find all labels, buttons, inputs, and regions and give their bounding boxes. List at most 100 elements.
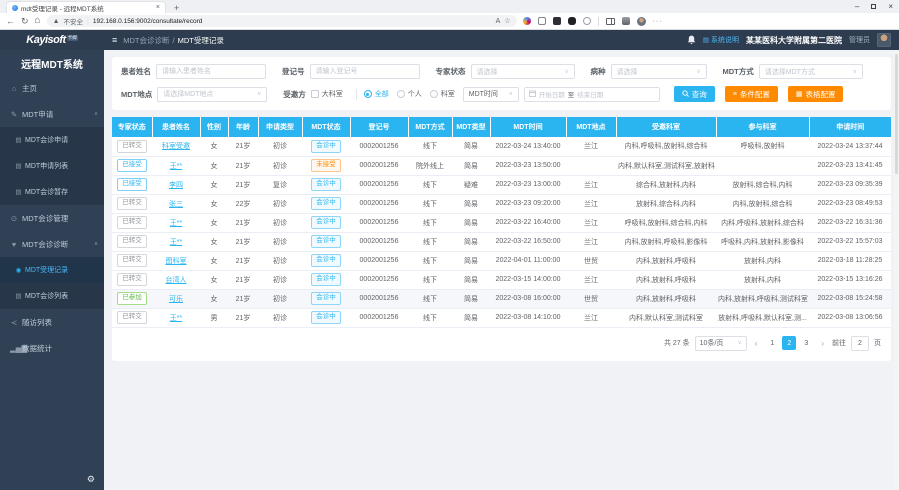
patient-name-link[interactable]: 科室受邀 — [162, 143, 190, 150]
back-button[interactable]: ← — [6, 17, 15, 26]
search-button[interactable]: 查询 — [674, 86, 715, 102]
patient-name-link[interactable]: 王** — [170, 163, 182, 170]
extension-icon[interactable] — [553, 17, 561, 25]
radio-all[interactable] — [364, 90, 372, 98]
condition-config-button[interactable]: ≡ 条件配置 — [725, 86, 778, 102]
page-number-button[interactable]: 2 — [782, 336, 796, 350]
page-size-select[interactable]: 10条/页 ∨ — [695, 336, 747, 351]
system-help-link[interactable]: ▤ 系统说明 — [703, 35, 739, 45]
mdt-time-cell: 2022-03-22 16:40:00 — [490, 213, 566, 232]
table-config-button[interactable]: ▦ 表格配置 — [788, 86, 844, 102]
table-row[interactable]: 已转交王**女21岁初诊会诊中0002001256线下简易2022-03-22 … — [112, 213, 891, 232]
mdt-status-cell: 会诊中 — [302, 194, 350, 213]
patient-name-link[interactable]: 王** — [170, 220, 182, 227]
major-dept-checkbox[interactable] — [311, 90, 319, 98]
mode-cell: 线下 — [408, 289, 452, 308]
expert-status-cell: 已转交 — [112, 251, 152, 270]
table-row[interactable]: 已接受王**女21岁初诊未接受0002001256院外线上简易2022-03-2… — [112, 156, 891, 175]
scrollbar-thumb[interactable] — [895, 54, 898, 174]
extension-icon[interactable] — [538, 17, 546, 25]
invited-cell: 呼吸科,放射科,综合科,内科 — [616, 213, 716, 232]
prev-page-arrow[interactable]: ‹ — [752, 339, 761, 348]
table-row[interactable]: 已参加可乐女21岁初诊会诊中0002001256线下简易2022-03-08 1… — [112, 289, 891, 308]
settings-gear-icon[interactable]: ⚙ — [87, 474, 95, 485]
patient-name-link[interactable]: 张三 — [169, 201, 183, 208]
joined-cell: 放射科,内科 — [716, 251, 809, 270]
extension-icon[interactable] — [568, 17, 576, 25]
radio-personal[interactable] — [397, 90, 405, 98]
patient-name-input[interactable] — [156, 64, 266, 79]
age-cell: 21岁 — [228, 156, 258, 175]
sidebar-group-mdt-apply[interactable]: ✎ MDT申请 ∧ — [0, 101, 104, 127]
browser-profile-avatar[interactable] — [637, 17, 646, 26]
tab-favicon — [12, 5, 18, 11]
patient-name-cell: 李四 — [152, 175, 200, 194]
sidebar-item-mdt-apply-list[interactable]: ▤ MDT申请列表 — [0, 153, 104, 179]
patient-name-link[interactable]: 李四 — [169, 182, 183, 189]
sidebar-item-mdt-accept-record[interactable]: ◉ MDT受理记录 — [0, 257, 104, 283]
address-bar[interactable]: ▲ 不安全 | 192.168.0.156:9002/consultate/re… — [47, 15, 517, 27]
table-row[interactable]: 已接受李四女21岁复诊会诊中0002001256线下疑难2022-03-23 1… — [112, 175, 891, 194]
sidebar-item-mdt-consult-draft[interactable]: ▤ MDT会诊暂存 — [0, 179, 104, 205]
new-tab-button[interactable]: + — [174, 3, 179, 13]
place-cell: 兰江 — [566, 194, 616, 213]
sidebar-group-mdt-diagnosis[interactable]: ♥ MDT会诊诊断 ∧ — [0, 231, 104, 257]
goto-page-input[interactable] — [851, 336, 869, 351]
patient-name-link[interactable]: 图科室 — [166, 258, 187, 265]
split-screen-icon[interactable] — [606, 18, 615, 25]
column-header: 申请类型 — [258, 117, 302, 137]
disease-select[interactable]: 请选择 ∨ — [611, 64, 707, 79]
sidebar-item-mdt-manage[interactable]: ⊙ MDT会诊管理 — [0, 205, 104, 231]
mdt-place-select[interactable]: 请选择MDT地点 ∨ — [157, 87, 267, 102]
status-badge: 已参加 — [117, 292, 147, 305]
patient-name-link[interactable]: 王** — [170, 315, 182, 322]
chevron-down-icon: ∨ — [853, 69, 857, 75]
table-row[interactable]: 已转交图科室女21岁初诊会诊中0002001256线下简易2022-04-01 … — [112, 251, 891, 270]
time-type-select[interactable]: MDT时间 ∨ — [463, 87, 519, 102]
table-row[interactable]: 已转交科室受邀女21岁初诊会诊中0002001256线下简易2022-03-24… — [112, 137, 891, 156]
extension-icon[interactable] — [583, 17, 591, 25]
patient-name-link[interactable]: 王** — [170, 239, 182, 246]
bell-icon[interactable] — [687, 35, 696, 45]
sidebar-item-statistics[interactable]: ▂▅▇ 数据统计 — [0, 335, 104, 361]
collapse-menu-icon[interactable]: ≡ — [112, 35, 117, 45]
sidebar-item-home[interactable]: ⌂ 主页 — [0, 75, 104, 101]
patient-name-link[interactable]: 台湾人 — [166, 277, 187, 284]
date-range-picker[interactable]: 开始日期 至 结束日期 — [524, 87, 660, 102]
home-button[interactable]: ⌂ — [35, 16, 41, 26]
close-button[interactable]: × — [888, 3, 893, 11]
table-row[interactable]: 已转交王**女21岁初诊会诊中0002001256线下简易2022-03-22 … — [112, 232, 891, 251]
chevron-up-icon: ∧ — [94, 111, 98, 117]
sidebar-item-followup-list[interactable]: ≺ 随访列表 — [0, 309, 104, 335]
page-number-button[interactable]: 1 — [765, 336, 779, 350]
table-row[interactable]: 已转交张三女22岁初诊会诊中0002001256线下简易2022-03-23 0… — [112, 194, 891, 213]
chevron-down-icon: ∨ — [738, 340, 742, 346]
radio-dept[interactable] — [430, 90, 438, 98]
browser-tab[interactable]: mdt受理记录 - 远程MDT系统 × — [6, 1, 166, 13]
invitee-label: 受邀方 — [283, 89, 306, 100]
invited-cell: 放射科,综合科,内科 — [616, 194, 716, 213]
minimize-button[interactable]: – — [855, 3, 859, 11]
page-number-button[interactable]: 3 — [799, 336, 813, 350]
tab-close-icon[interactable]: × — [156, 4, 160, 11]
favorite-star-icon[interactable]: ☆ — [504, 17, 510, 25]
browser-menu-icon[interactable]: ··· — [653, 18, 663, 25]
table-row[interactable]: 已转交台湾人女21岁初诊会诊中0002001256线下简易2022-03-15 … — [112, 270, 891, 289]
sidebar-item-mdt-consult-list[interactable]: ▤ MDT会诊列表 — [0, 283, 104, 309]
app-header: ≡ MDT会诊诊断 / MDT受理记录 ▤ 系统说明 某某医科大学附属第二医院 … — [104, 30, 899, 50]
patient-name-link[interactable]: 可乐 — [169, 296, 183, 303]
user-avatar[interactable] — [877, 33, 891, 47]
collections-icon[interactable] — [622, 17, 630, 25]
read-aloud-icon[interactable]: A — [496, 18, 501, 25]
refresh-button[interactable]: ↻ — [21, 17, 29, 26]
next-page-arrow[interactable]: › — [818, 339, 827, 348]
sidebar-item-mdt-consult-apply[interactable]: ▤ MDT会诊申请 — [0, 127, 104, 153]
mdt-mode-select[interactable]: 请选择MDT方式 ∨ — [759, 64, 863, 79]
maximize-button[interactable] — [871, 4, 876, 9]
register-no-input[interactable] — [310, 64, 420, 79]
mdt-status-cell: 会诊中 — [302, 213, 350, 232]
expert-status-select[interactable]: 请选择 ∨ — [471, 64, 575, 79]
expert-status-label: 专家状态 — [436, 66, 466, 77]
extension-icon[interactable] — [523, 17, 531, 25]
table-row[interactable]: 已转交王**男21岁初诊会诊中0002001256线下简易2022-03-08 … — [112, 308, 891, 327]
